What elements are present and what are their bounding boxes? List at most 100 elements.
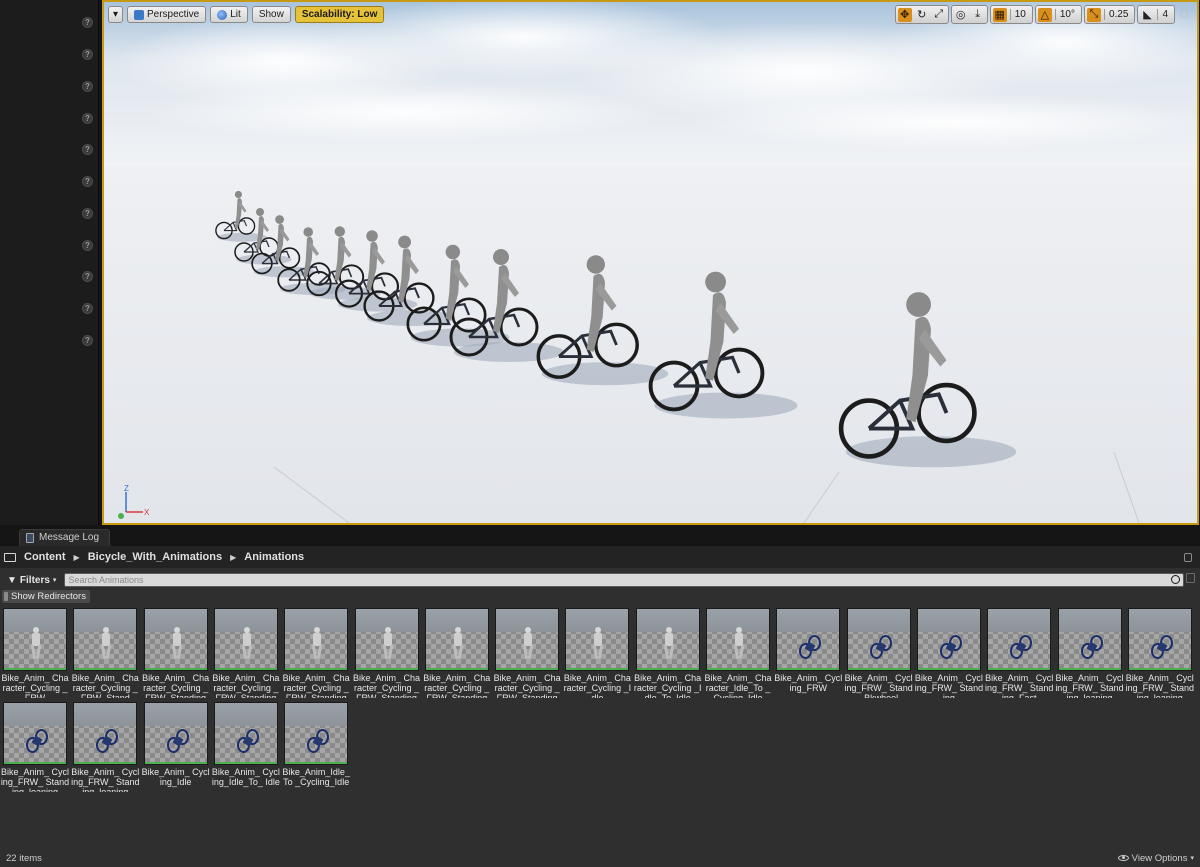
maximize-viewport-icon[interactable]: ▢ — [1177, 8, 1191, 22]
perspective-button[interactable]: Perspective — [127, 6, 207, 23]
asset-tile[interactable]: Bike_Anim_ Character_Cycling _FRW_Standi… — [211, 608, 279, 700]
asset-tile[interactable]: Bike_Anim_ Cycling_FRW_ Standing_leaning — [70, 702, 140, 794]
scale-icon[interactable]: ⤢ — [932, 8, 946, 22]
show-redirectors-filter[interactable]: Show Redirectors — [2, 590, 90, 603]
help-icon[interactable]: ? — [82, 49, 93, 60]
asset-tile[interactable]: Bike_Anim_ Character_Cycling _FRW — [0, 608, 69, 700]
bicycle-thumbnail[interactable] — [916, 608, 981, 671]
help-icon[interactable]: ? — [82, 113, 93, 124]
asset-tile[interactable]: Bike_Anim_ Character_Idle_To _Cycling_Id… — [703, 608, 772, 700]
asset-tile[interactable]: Bike_Anim_ Cycling_FRW_ Standing_leaning — [1055, 608, 1124, 700]
breadcrumb-bicycle-folder[interactable]: Bicycle_With_Animations — [88, 551, 222, 563]
lit-button[interactable]: Lit — [210, 6, 248, 23]
rotation-snap-value[interactable]: 10° — [1054, 9, 1079, 20]
asset-label: Bike_Anim_ Cycling_FRW_ Standing_leaning — [71, 767, 140, 792]
help-icon[interactable]: ? — [82, 144, 93, 155]
camera-speed-icon[interactable]: ◣ — [1140, 8, 1154, 22]
translate-icon[interactable]: ✥ — [897, 7, 912, 22]
grid-snap-icon[interactable]: ▦ — [992, 7, 1007, 22]
character-thumbnail[interactable] — [495, 608, 560, 671]
scalability-warning-button[interactable]: Scalability: Low — [294, 6, 385, 23]
bicycle-thumbnail[interactable] — [73, 702, 138, 765]
asset-tile[interactable]: Bike_Anim_ Cycling_Idle — [141, 702, 210, 794]
search-icon[interactable] — [1171, 575, 1180, 584]
scale-snap-icon[interactable]: ⤡ — [1086, 7, 1101, 22]
asset-tile[interactable]: Bike_Anim_ Character_Cycling _FRW_Standi… — [352, 608, 420, 700]
save-search-icon[interactable] — [1186, 573, 1195, 583]
bicycle-thumbnail[interactable] — [213, 702, 278, 765]
help-icon[interactable]: ? — [82, 176, 93, 187]
character-thumbnail[interactable] — [635, 608, 700, 671]
bicycle-thumbnail[interactable] — [1057, 608, 1122, 671]
asset-tile[interactable]: Bike_Anim_ Cycling_FRW_ Standing_leaning — [0, 702, 69, 794]
world-coordinates-icon[interactable]: ◎ — [954, 8, 968, 22]
show-button[interactable]: Show — [251, 6, 291, 23]
breadcrumb-content[interactable]: Content — [24, 551, 66, 563]
bicycle-thumbnail[interactable] — [1127, 608, 1192, 671]
lock-icon[interactable] — [1184, 553, 1192, 562]
character-thumbnail[interactable] — [706, 608, 770, 671]
funnel-icon: ▼ — [7, 574, 17, 586]
asset-tile[interactable]: Bike_Anim_ Cycling_FRW_ Standing — [914, 608, 983, 700]
asset-tile[interactable]: Bike_Anim_ Character_Cycling _FRW_Standi… — [141, 608, 209, 700]
lit-sphere-icon — [217, 9, 228, 20]
viewport-scene[interactable] — [104, 2, 1197, 523]
viewport-menu-button[interactable]: ▾ — [108, 6, 123, 23]
help-icon[interactable]: ? — [82, 240, 93, 251]
asset-tile[interactable]: Bike_Anim_ Character_Cycling _FRW_Standi… — [492, 608, 561, 700]
bicycle-thumbnail[interactable] — [284, 702, 349, 765]
character-thumbnail[interactable] — [213, 608, 278, 671]
grid-snap-value[interactable]: 10 — [1009, 9, 1030, 20]
rotation-snap-icon[interactable]: △ — [1037, 7, 1052, 22]
asset-tile[interactable]: Bike_Anim_ Character_Cycling _FRW_Stand — [70, 608, 139, 700]
scale-snap-value[interactable]: 0.25 — [1103, 9, 1132, 20]
character-thumbnail[interactable] — [284, 608, 349, 671]
asset-tile[interactable]: Bike_Anim_ Character_Cycling _Idle_To_Id… — [633, 608, 701, 700]
bicycle-thumbnail[interactable] — [846, 608, 911, 671]
help-icon[interactable]: ? — [82, 335, 93, 346]
folder-icon[interactable] — [4, 552, 16, 562]
breadcrumb-separator-icon[interactable]: ▶ — [230, 553, 236, 562]
message-log-icon — [26, 533, 34, 543]
tab-message-log[interactable]: Message Log — [19, 529, 111, 546]
character-thumbnail[interactable] — [3, 608, 67, 671]
character-thumbnail[interactable] — [424, 608, 489, 671]
asset-tile[interactable]: Bike_Anim_ Character_Cycling _FRW_Standi… — [422, 608, 490, 700]
help-icon[interactable]: ? — [82, 17, 93, 28]
filters-button[interactable]: ▼ Filters ▾ — [3, 573, 60, 587]
rotation-snap-group: △ 10° — [1034, 5, 1082, 24]
character-thumbnail[interactable] — [354, 608, 419, 671]
asset-tile[interactable]: Bike_Anim_ Cycling_FRW — [773, 608, 843, 700]
bicycle-thumbnail[interactable] — [3, 702, 67, 765]
help-icon[interactable]: ? — [82, 81, 93, 92]
breadcrumb-animations-folder[interactable]: Animations — [244, 551, 304, 563]
ground-plane — [104, 167, 1197, 523]
bicycle-thumbnail[interactable] — [987, 608, 1052, 671]
character-thumbnail[interactable] — [73, 608, 138, 671]
asset-label: Bike_Anim_ Cycling_FRW — [774, 673, 843, 693]
camera-speed-value[interactable]: 4 — [1157, 9, 1172, 20]
dock-tab-bar: Message Log — [0, 527, 1200, 546]
bicycle-thumbnail[interactable] — [143, 702, 208, 765]
help-icon[interactable]: ? — [82, 208, 93, 219]
asset-tile[interactable]: Bike_Anim_ Cycling_FRW_ Standing_Fast — [984, 608, 1053, 700]
breadcrumb-separator-icon[interactable]: ▶ — [74, 553, 80, 562]
character-thumbnail[interactable] — [143, 608, 208, 671]
bicycle-thumbnail[interactable] — [776, 608, 841, 671]
asset-tile[interactable]: Bike_Anim_ Cycling_FRW_ Stand_Bkwheel — [844, 608, 913, 700]
asset-tile[interactable]: Bike_Anim_ Cycling_FRW_ Standing_leaning — [1125, 608, 1194, 700]
asset-tile[interactable]: Bike_Anim_ Cycling_Idle_To_ Idle — [211, 702, 280, 794]
character-thumbnail[interactable] — [565, 608, 630, 671]
asset-label: Bike_Anim_ Cycling_FRW_ Standing_leaning — [1055, 673, 1124, 698]
level-viewport[interactable]: ▾ Perspective Lit Show Scalability: Low … — [102, 0, 1199, 525]
help-icon[interactable]: ? — [82, 303, 93, 314]
search-input[interactable]: Search Animations — [64, 573, 1184, 587]
asset-tile[interactable]: Bike_Anim_ Character_Cycling _FRW_Standi… — [281, 608, 350, 700]
asset-tile[interactable]: Bike_Anim_ Character_Cycling _Idle — [562, 608, 631, 700]
help-icon[interactable]: ? — [82, 271, 93, 282]
rotate-icon[interactable]: ↻ — [915, 8, 929, 22]
surface-snap-icon[interactable]: ⤓ — [971, 8, 985, 22]
asset-tile[interactable]: Bike_Anim_Idle_To _Cycling_Idle — [281, 702, 350, 794]
grid-snap-group: ▦ 10 — [989, 5, 1033, 24]
view-options-button[interactable]: View Options ▾ — [1117, 853, 1194, 864]
